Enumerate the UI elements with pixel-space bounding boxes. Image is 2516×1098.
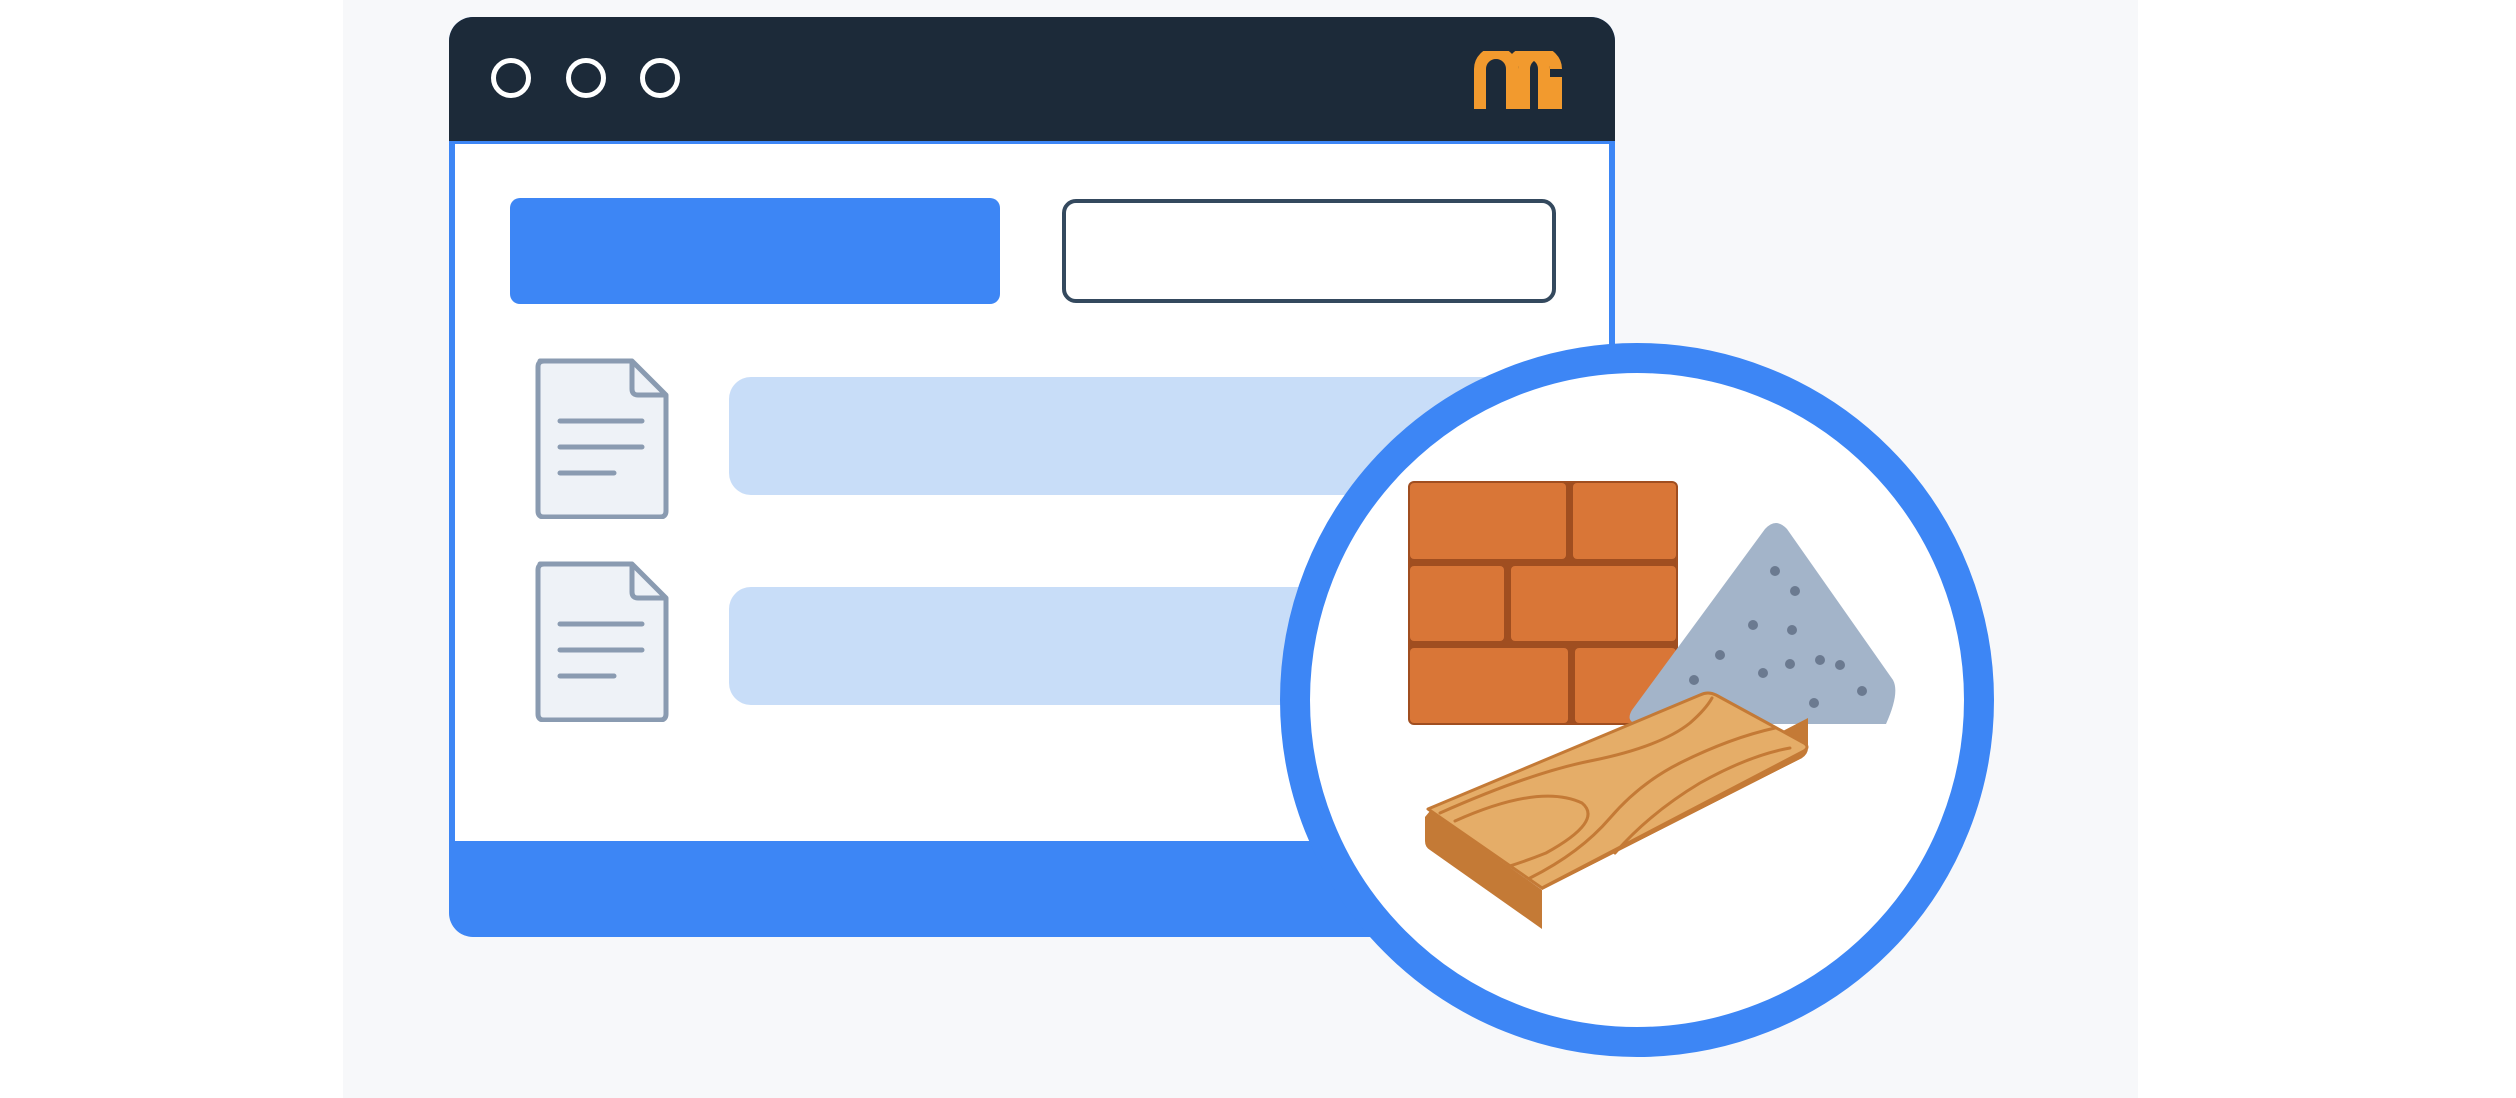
brick-wall-icon <box>1408 481 1678 725</box>
building-materials-illustration <box>1408 481 1896 929</box>
window-control-close[interactable] <box>491 58 531 98</box>
window-control-minimize[interactable] <box>566 58 606 98</box>
window-control-maximize[interactable] <box>640 58 680 98</box>
wood-plank-icon <box>1425 691 1809 929</box>
search-input[interactable] <box>1062 199 1556 303</box>
title-bar <box>449 17 1615 141</box>
m-logo-icon <box>1474 51 1562 109</box>
document-icon <box>535 358 669 519</box>
document-icon <box>535 561 669 722</box>
primary-button[interactable] <box>510 198 1000 304</box>
